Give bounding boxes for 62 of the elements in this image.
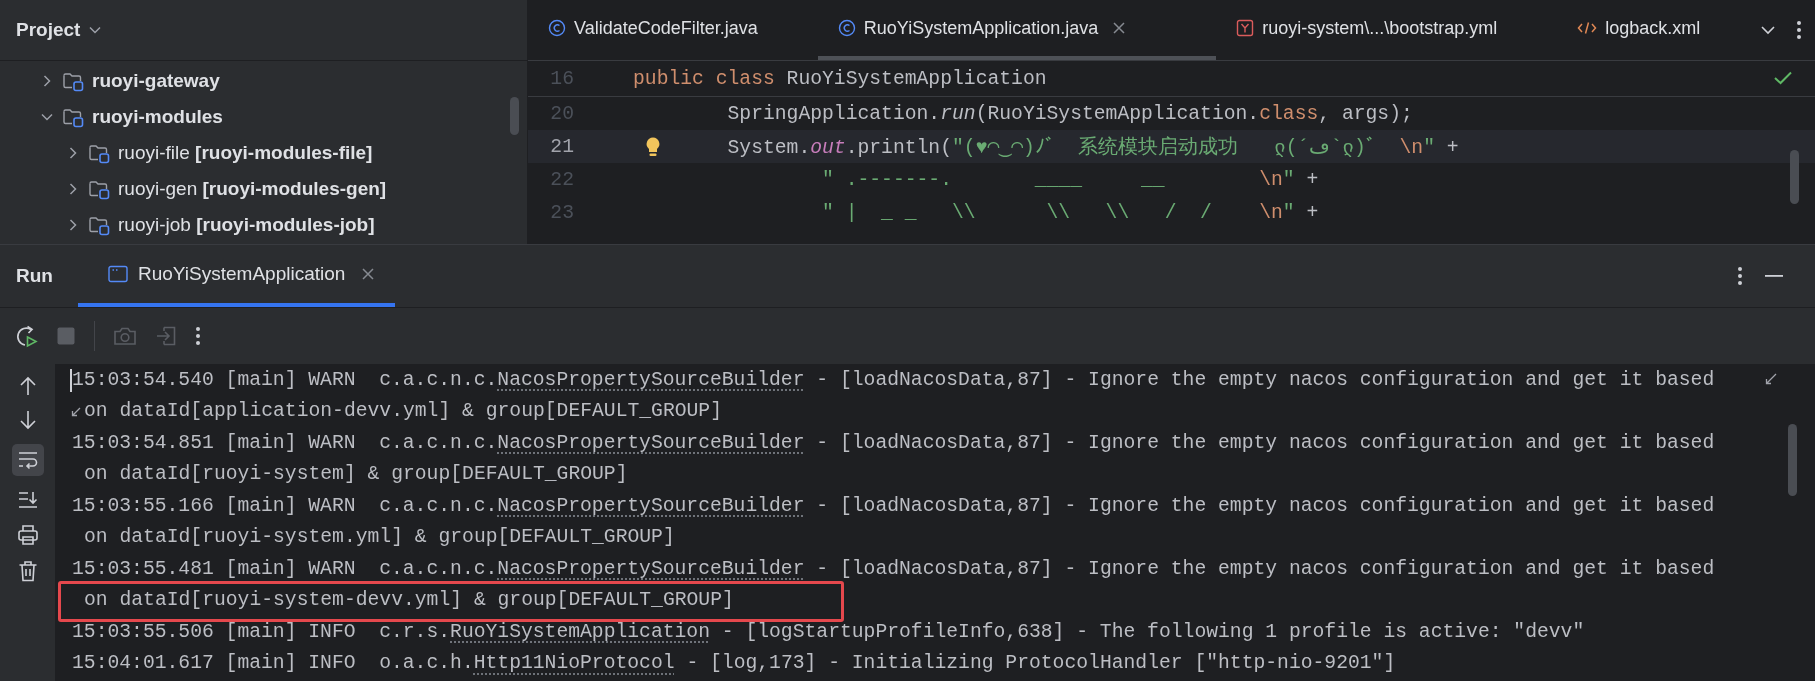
log-line: 15:03:54.540 [main] WARN c.a.c.n.c.NacosPropertySourceBuilder - [loadNacosData,87] - Ignore the empty nacos configuration and get it based	[72, 368, 1715, 391]
class-link[interactable]: NacosPropertySourceBuilder	[497, 431, 805, 454]
close-icon[interactable]	[361, 267, 376, 281]
wrap-mark-icon	[70, 405, 82, 418]
module-folder-icon	[62, 70, 84, 92]
yaml-file-icon	[1236, 19, 1255, 37]
project-view-dropdown[interactable]: Project	[16, 19, 103, 41]
module-folder-icon	[88, 214, 110, 236]
log-line: 15:04:01.617 [main] INFO o.a.c.h.Http11NioProtocol - [log,173] - Initializing ProtocolHandler ["http-nio-9201"]	[72, 652, 1396, 675]
module-folder-icon	[62, 106, 84, 128]
log-line: 15:03:54.851 [main] WARN c.a.c.n.c.NacosPropertySourceBuilder - [loadNacosData,87] - Ignore the empty nacos configuration and get it based	[72, 431, 1715, 454]
tree-item[interactable]: ruoyi-modules	[0, 99, 527, 135]
minimize-icon[interactable]	[1765, 274, 1783, 278]
soft-wrap-button[interactable]	[11, 444, 44, 476]
class-link[interactable]: NacosPropertySourceBuilder	[497, 368, 805, 391]
code-line: public class RuoYiSystemApplication	[633, 67, 1047, 90]
class-link[interactable]: Http11NioProtocol	[473, 652, 675, 675]
editor-tab[interactable]: RuoYiSystemApplication.java	[817, 0, 1217, 60]
log-line: on dataId[ruoyi-system] & group[DEFAULT_GROUP]	[84, 463, 628, 486]
editor-tab[interactable]: logback.xml	[1557, 0, 1761, 60]
class-icon	[548, 19, 566, 37]
check-icon	[1773, 70, 1793, 86]
class-link[interactable]: RuoYiSystemApplication	[450, 620, 710, 643]
console-window-icon	[108, 265, 128, 283]
log-line: on dataId[ruoyi-system-devv.yml] & group[DEFAULT_GROUP]	[84, 589, 734, 612]
log-line: 15:03:55.506 [main] INFO c.r.s.RuoYiSystemApplication - [logStartupProfileInfo,638] - The following 1 profile is active: "devv"	[72, 620, 1585, 643]
log-line: on dataId[ruoyi-system.yml] & group[DEFAULT_GROUP]	[84, 526, 675, 549]
class-link[interactable]: NacosPropertySourceBuilder	[497, 557, 805, 580]
tree-item[interactable]: ruoyi-job [ruoyi-modules-job]	[0, 207, 527, 243]
more-icon[interactable]	[1796, 20, 1803, 40]
rerun-icon[interactable]	[14, 324, 38, 348]
log-line: 15:03:55.166 [main] WARN c.a.c.n.c.NacosPropertySourceBuilder - [loadNacosData,87] - Ignore the empty nacos configuration and get it based	[72, 494, 1715, 517]
code-line: SpringApplication.run(RuoYiSystemApplication.class, args);	[727, 102, 1413, 125]
tree-item[interactable]: ruoyi-gen [ruoyi-modules-gen]	[0, 171, 527, 207]
soft-wrap-icon	[16, 450, 39, 470]
code-line: " | _ _ \\ \\ \\ / / \n" +	[822, 201, 1319, 224]
line-number: 21	[549, 135, 574, 158]
log-line: 15:03:55.481 [main] WARN c.a.c.n.c.NacosPropertySourceBuilder - [loadNacosData,87] - Ignore the empty nacos configuration and get it based	[72, 557, 1715, 580]
module-folder-icon	[88, 178, 110, 200]
class-icon	[837, 19, 856, 37]
wrap-mark-icon	[1764, 372, 1778, 386]
scrollbar-thumb[interactable]	[1790, 150, 1799, 204]
module-folder-icon	[88, 142, 110, 164]
editor-tab[interactable]: ValidateCodeFilter.java	[528, 0, 818, 60]
more-icon[interactable]	[1737, 266, 1743, 286]
scrollbar-thumb[interactable]	[1788, 424, 1797, 496]
scrollbar-thumb[interactable]	[510, 97, 519, 135]
print-icon[interactable]	[16, 524, 39, 546]
class-link[interactable]: NacosPropertySourceBuilder	[497, 494, 805, 517]
panel-title: Run	[16, 265, 53, 287]
code-line: " .-------. ____ __ \n" +	[822, 168, 1319, 191]
lightbulb-icon[interactable]	[644, 136, 662, 158]
close-icon[interactable]	[1112, 21, 1127, 35]
scroll-to-end-icon[interactable]	[16, 490, 39, 510]
editor-tab[interactable]: ruoyi-system\...\bootstrap.yml	[1216, 0, 1558, 60]
log-line: on dataId[application-devv.yml] & group[DEFAULT_GROUP]	[84, 400, 722, 423]
arrow-up-icon[interactable]	[18, 376, 37, 396]
more-icon[interactable]	[195, 326, 201, 346]
arrow-down-icon[interactable]	[18, 410, 37, 430]
tree-item[interactable]: ruoyi-file [ruoyi-modules-file]	[0, 135, 527, 171]
tree-item[interactable]: ruoyi-gateway	[0, 63, 527, 99]
trash-icon[interactable]	[17, 560, 38, 582]
